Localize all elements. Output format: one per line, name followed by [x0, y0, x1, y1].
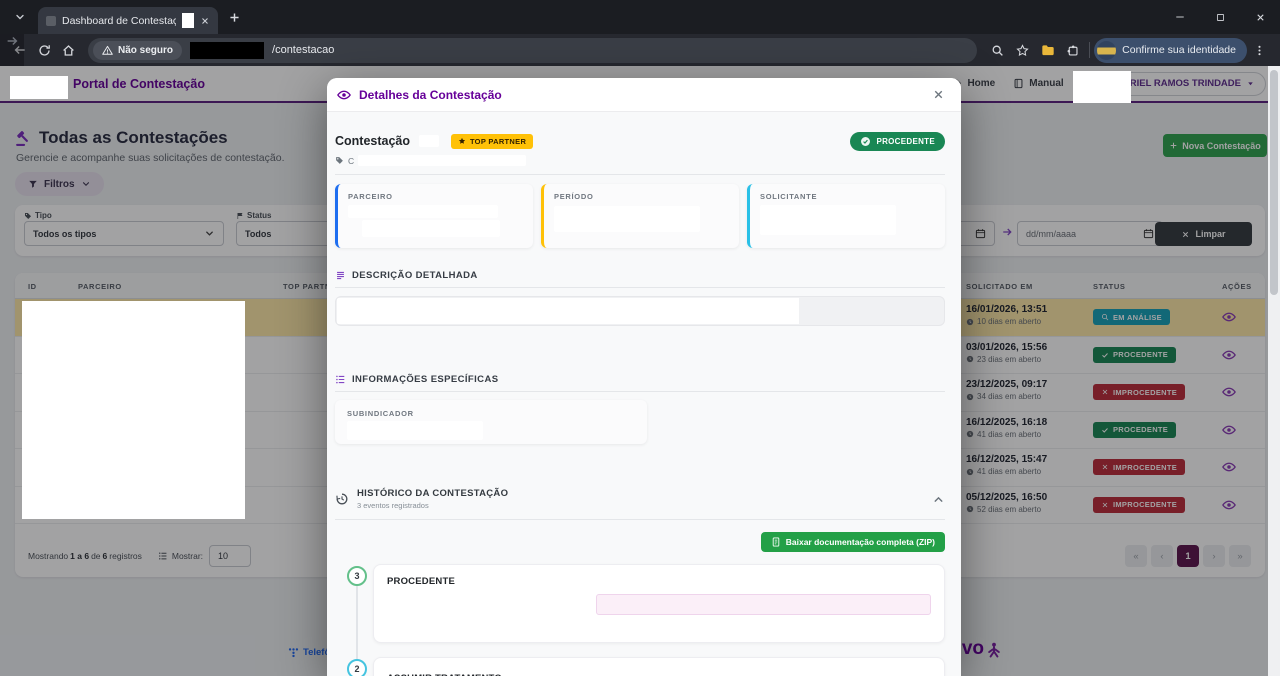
window-controls — [1160, 0, 1280, 34]
details-modal: Detalhes da Contestação Contestação TOP … — [327, 78, 961, 676]
new-tab-button[interactable] — [228, 11, 241, 24]
tab-strip: Dashboard de Contestações - P — [0, 0, 1280, 34]
profile-label: Confirme sua identidade — [1122, 44, 1236, 56]
redaction — [419, 135, 439, 147]
tab-favicon — [46, 16, 56, 26]
descricao-content — [335, 296, 945, 326]
top-partner-badge: TOP PARTNER — [451, 134, 533, 149]
maximize-button[interactable] — [1200, 0, 1240, 34]
forward-icon[interactable] — [0, 34, 24, 66]
not-secure-chip[interactable]: Não seguro — [93, 41, 182, 60]
redaction — [347, 421, 483, 440]
redaction — [182, 13, 194, 28]
timeline-event: 3 PROCEDENTE — [335, 564, 945, 643]
timeline-event-card: PROCEDENTE — [373, 564, 945, 643]
page-scrollbar[interactable] — [1268, 66, 1280, 676]
reload-icon[interactable] — [32, 44, 56, 57]
warning-icon — [102, 45, 113, 56]
tag-icon — [335, 156, 344, 165]
redaction — [554, 206, 700, 232]
redaction — [190, 42, 264, 59]
modal-header: Detalhes da Contestação — [327, 78, 961, 112]
scrollbar-thumb[interactable] — [1270, 70, 1278, 295]
bookmark-star-icon[interactable] — [1010, 44, 1035, 57]
eye-icon — [337, 88, 351, 102]
timeline-step-number: 3 — [347, 566, 367, 586]
search-icon[interactable] — [985, 44, 1010, 57]
timeline-event-card: ASSUMIR TRATAMENTO — [373, 657, 945, 676]
periodo-label: PERÍODO — [554, 192, 729, 201]
historico-toggle[interactable]: HISTÓRICO DA CONTESTAÇÃO 3 eventos regis… — [335, 488, 945, 510]
modal-close-icon[interactable] — [932, 88, 945, 101]
download-label: Baixar documentação completa (ZIP) — [786, 537, 935, 547]
contestation-title-row: Contestação TOP PARTNER C PROCEDENTE — [335, 132, 945, 166]
procedente-status-badge: PROCEDENTE — [850, 132, 945, 151]
periodo-card: PERÍODO — [541, 184, 739, 248]
summary-cards: PARCEIRO PERÍODO SOLICITANTE — [335, 184, 945, 248]
history-icon — [335, 492, 349, 506]
historico-timeline: 3 PROCEDENTE 2 ASSUMIR TRATAMENTO — [335, 564, 945, 676]
browser-toolbar: Não seguro /contestacao Confirme sua ide… — [0, 34, 1280, 66]
descricao-title: DESCRIÇÃO DETALHADA — [352, 270, 478, 281]
redaction — [596, 594, 931, 615]
tag-text: C — [348, 156, 354, 166]
address-bar[interactable]: Não seguro /contestacao — [88, 38, 977, 63]
folder-icon[interactable] — [1035, 43, 1060, 57]
redaction — [760, 205, 896, 235]
contestation-heading: Contestação — [335, 134, 410, 148]
list-icon — [335, 374, 346, 385]
browser-window: Dashboard de Contestações - P Não seguro… — [0, 0, 1280, 676]
url-path: /contestacao — [272, 44, 334, 56]
timeline-step-number: 2 — [347, 659, 367, 676]
parceiro-card: PARCEIRO — [335, 184, 533, 248]
redaction — [22, 301, 245, 519]
close-window-button[interactable] — [1240, 0, 1280, 34]
solicitante-card: SOLICITANTE — [747, 184, 945, 248]
solicitante-label: SOLICITANTE — [760, 192, 935, 201]
informacoes-section-header: INFORMAÇÕES ESPECÍFICAS — [335, 374, 945, 392]
tab-close-icon[interactable] — [200, 16, 210, 26]
divider — [335, 519, 945, 520]
modal-title: Detalhes da Contestação — [359, 88, 502, 102]
extensions-icon[interactable] — [1060, 44, 1085, 57]
check-circle-icon — [860, 136, 871, 147]
redaction — [362, 220, 500, 237]
star-icon — [458, 137, 466, 145]
subindicador-card: SUBINDICADOR — [335, 400, 647, 444]
profile-button[interactable]: Confirme sua identidade — [1094, 38, 1247, 63]
minimize-button[interactable] — [1160, 0, 1200, 34]
redaction — [348, 205, 498, 218]
descricao-section-header: DESCRIÇÃO DETALHADA — [335, 270, 945, 288]
informacoes-title: INFORMAÇÕES ESPECÍFICAS — [352, 374, 498, 385]
redaction — [1073, 71, 1131, 103]
modal-body: Contestação TOP PARTNER C PROCEDENTE — [327, 112, 961, 676]
redaction — [337, 298, 799, 324]
parceiro-label: PARCEIRO — [348, 192, 523, 201]
historico-title: HISTÓRICO DA CONTESTAÇÃO — [357, 488, 508, 499]
tab-search-button[interactable] — [8, 5, 32, 29]
tab-title: Dashboard de Contestações - P — [62, 15, 176, 27]
timeline-event: 2 ASSUMIR TRATAMENTO — [335, 657, 945, 676]
avatar — [1097, 41, 1116, 60]
document-icon — [771, 537, 781, 547]
align-left-icon — [335, 270, 346, 281]
home-icon[interactable] — [56, 44, 80, 57]
download-zip-button[interactable]: Baixar documentação completa (ZIP) — [761, 532, 945, 552]
contestation-tag-line: C — [335, 155, 533, 166]
chevron-up-icon[interactable] — [932, 493, 945, 506]
redaction — [358, 155, 526, 166]
toolbar-divider — [1089, 42, 1090, 58]
redaction — [10, 76, 68, 99]
not-secure-label: Não seguro — [118, 45, 173, 56]
browser-tab[interactable]: Dashboard de Contestações - P — [38, 7, 218, 34]
browser-menu-icon[interactable] — [1247, 44, 1272, 57]
historico-subtitle: 3 eventos registrados — [357, 501, 508, 510]
subindicador-label: SUBINDICADOR — [347, 409, 635, 418]
timeline-event-title: PROCEDENTE — [387, 576, 931, 587]
divider — [335, 174, 945, 175]
